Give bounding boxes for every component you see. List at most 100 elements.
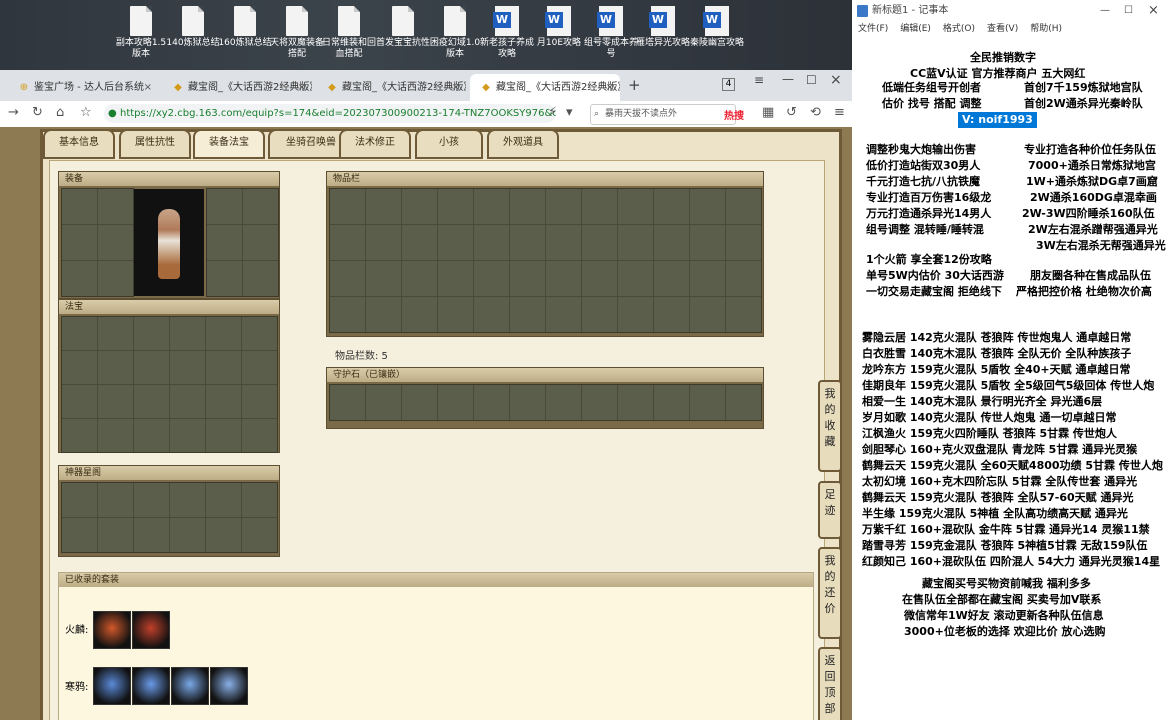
- item-slot[interactable]: [170, 317, 205, 350]
- item-slot[interactable]: [402, 385, 437, 420]
- item-slot[interactable]: [438, 225, 473, 260]
- desktop-icon[interactable]: W 组号零成本养号: [584, 6, 638, 60]
- item-slot[interactable]: [582, 261, 617, 296]
- item-slot[interactable]: [98, 385, 133, 418]
- item-slot[interactable]: [242, 419, 277, 452]
- item-slot[interactable]: [582, 189, 617, 224]
- item-slot[interactable]: [134, 518, 169, 552]
- reload-icon[interactable]: ↻: [32, 105, 43, 120]
- back-to-top-button[interactable]: 返回顶部: [818, 647, 842, 720]
- item-slot[interactable]: [726, 189, 761, 224]
- close-window-button[interactable]: ×: [1148, 0, 1159, 22]
- footprint-button[interactable]: 足迹: [818, 481, 842, 539]
- item-slot[interactable]: [170, 385, 205, 418]
- maximize-button[interactable]: ☐: [1124, 0, 1133, 22]
- desktop-icon[interactable]: 140炼狱总结: [166, 6, 220, 49]
- desktop-icon[interactable]: 天将双魔装备搭配: [270, 6, 324, 60]
- item-slot[interactable]: [98, 189, 133, 224]
- item-slot[interactable]: [582, 385, 617, 420]
- tab-spells[interactable]: 法术修正: [339, 129, 411, 159]
- hot-search-label[interactable]: 热搜: [724, 107, 744, 122]
- url-field[interactable]: ● https://xy2.cbg.163.com/equip?s=174&eid…: [104, 104, 556, 123]
- close-icon[interactable]: ×: [452, 74, 460, 101]
- item-slot[interactable]: [134, 351, 169, 384]
- item-slot[interactable]: [690, 189, 725, 224]
- close-icon[interactable]: ×: [144, 74, 152, 101]
- item-slot[interactable]: [402, 189, 437, 224]
- lightning-icon[interactable]: ⚡: [548, 105, 557, 120]
- home-icon[interactable]: ⌂: [56, 105, 64, 120]
- set-item-icon[interactable]: [132, 611, 170, 649]
- desktop-icon[interactable]: 日常维装和回血搭配: [322, 6, 376, 60]
- menu-item[interactable]: 格式(O): [943, 24, 975, 34]
- item-slot[interactable]: [726, 225, 761, 260]
- item-slot[interactable]: [618, 385, 653, 420]
- desktop-icon[interactable]: 首发宝宝抗性: [376, 6, 430, 49]
- item-slot[interactable]: [690, 385, 725, 420]
- item-slot[interactable]: [582, 297, 617, 332]
- item-slot[interactable]: [98, 261, 133, 296]
- item-slot[interactable]: [726, 261, 761, 296]
- item-slot[interactable]: [474, 297, 509, 332]
- close-icon[interactable]: ×: [298, 74, 306, 101]
- item-slot[interactable]: [726, 297, 761, 332]
- item-slot[interactable]: [62, 483, 97, 517]
- set-item-icon[interactable]: [210, 667, 248, 705]
- item-slot[interactable]: [402, 225, 437, 260]
- item-slot[interactable]: [366, 297, 401, 332]
- item-slot[interactable]: [510, 297, 545, 332]
- tab-attributes[interactable]: 属性抗性: [119, 129, 191, 159]
- tab-basic-info[interactable]: 基本信息: [43, 129, 115, 159]
- item-slot[interactable]: [170, 483, 205, 517]
- item-slot[interactable]: [618, 225, 653, 260]
- desktop-icon[interactable]: W 秦陵幽宫攻略: [690, 6, 744, 49]
- tab-child[interactable]: 小孩: [415, 129, 483, 159]
- set-item-icon[interactable]: [171, 667, 209, 705]
- item-slot[interactable]: [510, 225, 545, 260]
- item-slot[interactable]: [134, 419, 169, 452]
- item-slot[interactable]: [330, 385, 365, 420]
- favorites-button[interactable]: 我的收藏: [818, 380, 842, 472]
- item-slot[interactable]: [134, 483, 169, 517]
- item-slot[interactable]: [98, 483, 133, 517]
- item-slot[interactable]: [474, 261, 509, 296]
- item-slot[interactable]: [654, 225, 689, 260]
- tab-cbg-active[interactable]: ◆ 藏宝阁_《大话西游2经典版》 ×: [470, 74, 620, 101]
- item-slot[interactable]: [242, 385, 277, 418]
- item-slot[interactable]: [62, 261, 97, 296]
- chevron-down-icon[interactable]: ▾: [566, 105, 573, 120]
- tab-appearance[interactable]: 外观道具: [487, 129, 559, 159]
- item-slot[interactable]: [690, 225, 725, 260]
- item-slot[interactable]: [330, 297, 365, 332]
- item-slot[interactable]: [98, 225, 133, 260]
- item-slot[interactable]: [654, 297, 689, 332]
- item-slot[interactable]: [243, 261, 278, 296]
- item-slot[interactable]: [654, 261, 689, 296]
- item-slot[interactable]: [170, 419, 205, 452]
- item-slot[interactable]: [366, 225, 401, 260]
- item-slot[interactable]: [207, 261, 242, 296]
- item-slot[interactable]: [546, 297, 581, 332]
- tab-jianbao[interactable]: ⊕ 鉴宝广场 - 达人后台系统 ×: [8, 74, 158, 101]
- item-slot[interactable]: [366, 261, 401, 296]
- item-slot[interactable]: [62, 225, 97, 260]
- item-slot[interactable]: [438, 261, 473, 296]
- item-slot[interactable]: [510, 261, 545, 296]
- desktop-icon[interactable]: W 雁塔异光攻略: [636, 6, 690, 49]
- item-slot[interactable]: [690, 261, 725, 296]
- item-slot[interactable]: [207, 225, 242, 260]
- item-slot[interactable]: [510, 385, 545, 420]
- menu-item[interactable]: 查看(V): [987, 24, 1018, 34]
- item-slot[interactable]: [582, 225, 617, 260]
- bargain-button[interactable]: 我的还价: [818, 547, 842, 639]
- menu-item[interactable]: 编辑(E): [900, 24, 931, 34]
- item-slot[interactable]: [690, 297, 725, 332]
- desktop-icon[interactable]: 副本攻略1.5版本: [114, 6, 168, 60]
- item-slot[interactable]: [206, 518, 241, 552]
- item-slot[interactable]: [330, 225, 365, 260]
- item-slot[interactable]: [62, 317, 97, 350]
- set-item-icon[interactable]: [93, 611, 131, 649]
- desktop-icon[interactable]: 160炼狱总结: [218, 6, 272, 49]
- item-slot[interactable]: [438, 189, 473, 224]
- item-slot[interactable]: [207, 189, 242, 224]
